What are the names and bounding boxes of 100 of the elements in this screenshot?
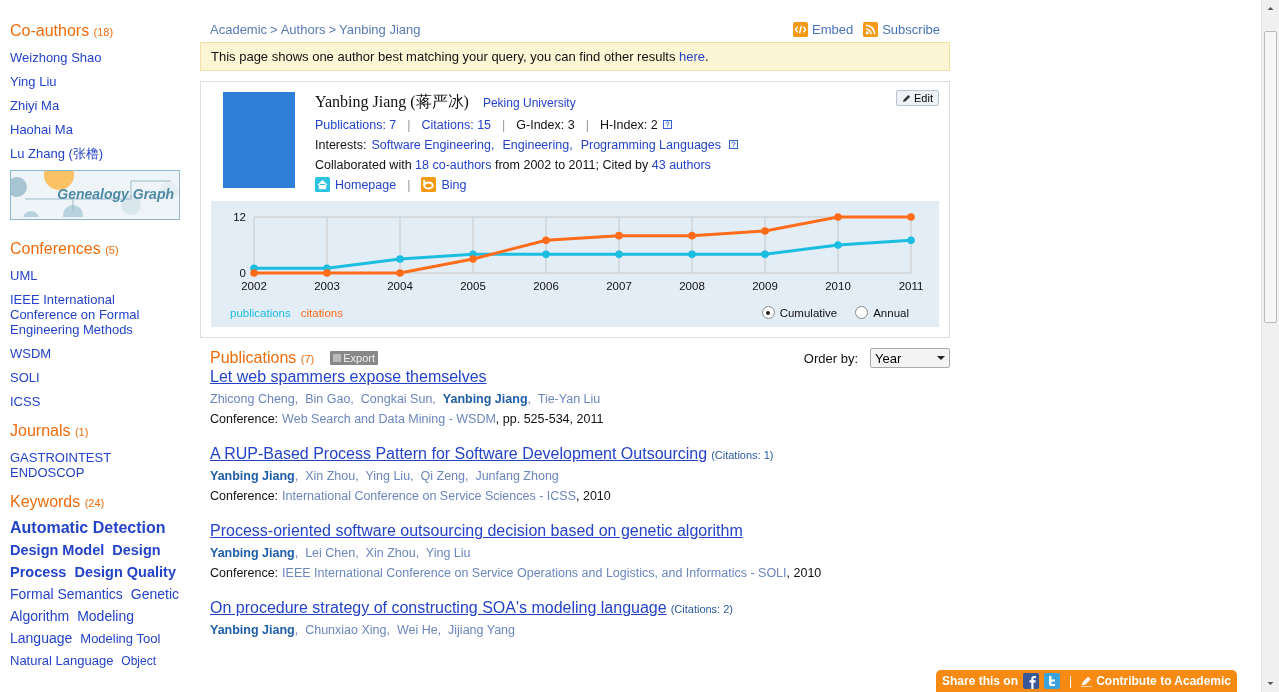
conference-link[interactable]: ICSS (10, 394, 41, 409)
action-link[interactable]: Subscribe (882, 21, 940, 37)
point (615, 231, 623, 240)
separator: | (407, 177, 411, 192)
venue-details: , 2010 (576, 489, 611, 503)
author-name: Yanbing Jiang (蒋严冰) (315, 92, 469, 113)
keyword-link[interactable]: Modeling Tool (80, 628, 161, 650)
venue-link[interactable]: Web Search and Data Mining - WSDM (282, 412, 496, 426)
breadcrumb-link[interactable]: Authors (280, 21, 326, 37)
author-list[interactable]: Yanbing Jiang, Xin Zhou, Ying Liu, Qi Zeng, Junfang Zhong (210, 469, 559, 483)
coauthor-link[interactable]: Haohai Ma (10, 122, 73, 137)
conference-link[interactable]: SOLI (10, 370, 40, 385)
publication-title-link[interactable]: A RUP-Based Process Pattern for Software Development Outsourcing (210, 445, 708, 463)
collaboration-text: Collaborated with 18 co-authors from 2002 to 2011; Cited by 43 authors (315, 157, 711, 172)
rss-icon (863, 21, 879, 37)
venue-link[interactable]: IEEE International Conference on Service Operations and Logistics, and Informatics - SOLI (282, 566, 787, 580)
conference-link[interactable]: WSDM (10, 346, 52, 361)
interest-link[interactable]: Engineering, (502, 137, 573, 152)
help-icon[interactable] (729, 140, 738, 149)
keyword-link[interactable]: Design Quality (74, 561, 176, 583)
edit-button[interactable]: Edit (896, 90, 939, 106)
help-icon[interactable] (662, 120, 672, 129)
coauthor-link[interactable]: Zhiyi Ma (10, 98, 60, 113)
x-tick-label: 2004 (387, 280, 413, 292)
keyword-link[interactable]: Object (121, 650, 157, 672)
publication-title-link[interactable]: On procedure strategy of constructing SOA's modeling language (210, 599, 667, 617)
journal-link[interactable]: GASTROINTEST ENDOSCOP (10, 450, 182, 480)
facebook-icon[interactable] (1023, 673, 1039, 689)
profile-link[interactable]: Bing (441, 177, 467, 192)
author-list[interactable]: Yanbing Jiang, Chunxiao Xing, Wei He, Jijiang Yang (210, 623, 515, 637)
conference-link[interactable]: IEEE International Conference on Formal Engineering Methods (10, 292, 182, 337)
publication-title-link[interactable]: Let web spammers expose themselves (210, 368, 487, 386)
home-icon (315, 177, 330, 192)
count-link[interactable]: 43 authors (651, 157, 711, 172)
venue-details: , 2010 (786, 566, 822, 580)
affiliation-link[interactable]: Peking University (482, 96, 576, 110)
y-tick-label: 12 (233, 211, 246, 223)
mode-radio[interactable]: Annual (855, 306, 909, 319)
point (688, 250, 696, 259)
breadcrumb-link[interactable]: Academic (210, 21, 268, 37)
point (396, 269, 404, 277)
separator: | (585, 117, 589, 132)
interest-link[interactable]: Programming Languages (580, 137, 721, 152)
section-heading: Keywords (24) (10, 493, 106, 511)
profile-link[interactable]: Homepage (335, 177, 397, 192)
interest-link[interactable]: Software Engineering, (371, 137, 495, 152)
keyword-link[interactable]: Natural Language (10, 650, 114, 672)
notice-text: This page shows one author best matching your query, you can find other results here. (211, 49, 709, 64)
coauthor-link[interactable]: Lu Zhang (张橹) (10, 146, 104, 161)
share-label: Share this on (942, 674, 1018, 688)
stat-text: H-Index: 2 (599, 117, 658, 132)
caret-icon (937, 356, 945, 360)
point (834, 213, 842, 221)
citation-count: (Citations: 2) (670, 603, 733, 615)
scrollbar-drawing[interactable] (1261, 0, 1279, 692)
keyword-link[interactable]: Design (112, 539, 161, 561)
x-tick-label: 2011 (898, 280, 924, 292)
here-link[interactable]: here (679, 49, 706, 64)
count-link[interactable]: 18 co-authors (415, 157, 492, 172)
separator: | (502, 117, 506, 132)
banner-title: Genealogy Graph (57, 186, 174, 202)
point (250, 269, 258, 277)
conference-link[interactable]: UML (10, 268, 38, 283)
order-dropdown[interactable]: Year (870, 348, 950, 368)
b-logo-icon (421, 177, 437, 192)
point (834, 241, 842, 249)
breadcrumb-link[interactable]: Yanbing Jiang (339, 21, 421, 37)
section-heading: Co-authors (18) (10, 22, 115, 40)
author-list[interactable]: Zhicong Cheng, Bin Gao, Congkai Sun, Yanbing Jiang, Tie-Yan Liu (210, 392, 601, 406)
pencil-icon (1081, 675, 1093, 687)
keyword-link[interactable]: Formal Semantics (10, 583, 123, 605)
x-tick-label: 2009 (752, 280, 778, 292)
stat-link[interactable]: Citations: 15 (421, 117, 492, 132)
keyword-link[interactable]: Modeling (77, 605, 134, 627)
venue-link[interactable]: International Conference on Service Sciences - ICSS (282, 489, 576, 503)
point (323, 269, 331, 277)
mode-radio[interactable]: Cumulative (761, 306, 838, 319)
author-list[interactable]: Yanbing Jiang, Lei Chen, Xin Zhou, Ying Liu (210, 546, 471, 560)
keyword-link[interactable]: Automatic Detection (10, 517, 166, 539)
coauthor-link[interactable]: Ying Liu (10, 74, 57, 89)
action-link[interactable]: Embed (812, 21, 854, 37)
x-tick-label: 2007 (606, 280, 632, 292)
coauthor-link[interactable]: Weizhong Shao (10, 50, 102, 65)
interests-label: Interests: (315, 137, 367, 152)
legend-label: citations (300, 306, 343, 319)
keyword-link[interactable]: Algorithm (10, 605, 70, 627)
x-tick-label: 2010 (825, 280, 851, 292)
keyword-link[interactable]: Genetic (130, 583, 180, 605)
point (907, 213, 915, 221)
separator: | (407, 117, 411, 132)
publication-title-link[interactable]: Process-oriented software outsourcing decision based on genetic algorithm (210, 522, 743, 540)
x-tick-label: 2006 (533, 280, 559, 292)
keyword-link[interactable]: Language (10, 627, 73, 649)
keyword-link[interactable]: Design Model (10, 539, 105, 561)
keyword-link[interactable]: Process (10, 561, 67, 583)
pencil-icon (902, 93, 912, 103)
point (396, 255, 404, 263)
stat-link[interactable]: Publications: 7 (315, 117, 397, 132)
twitter-icon[interactable] (1044, 673, 1060, 689)
citation-count: (Citations: 1) (711, 449, 774, 461)
